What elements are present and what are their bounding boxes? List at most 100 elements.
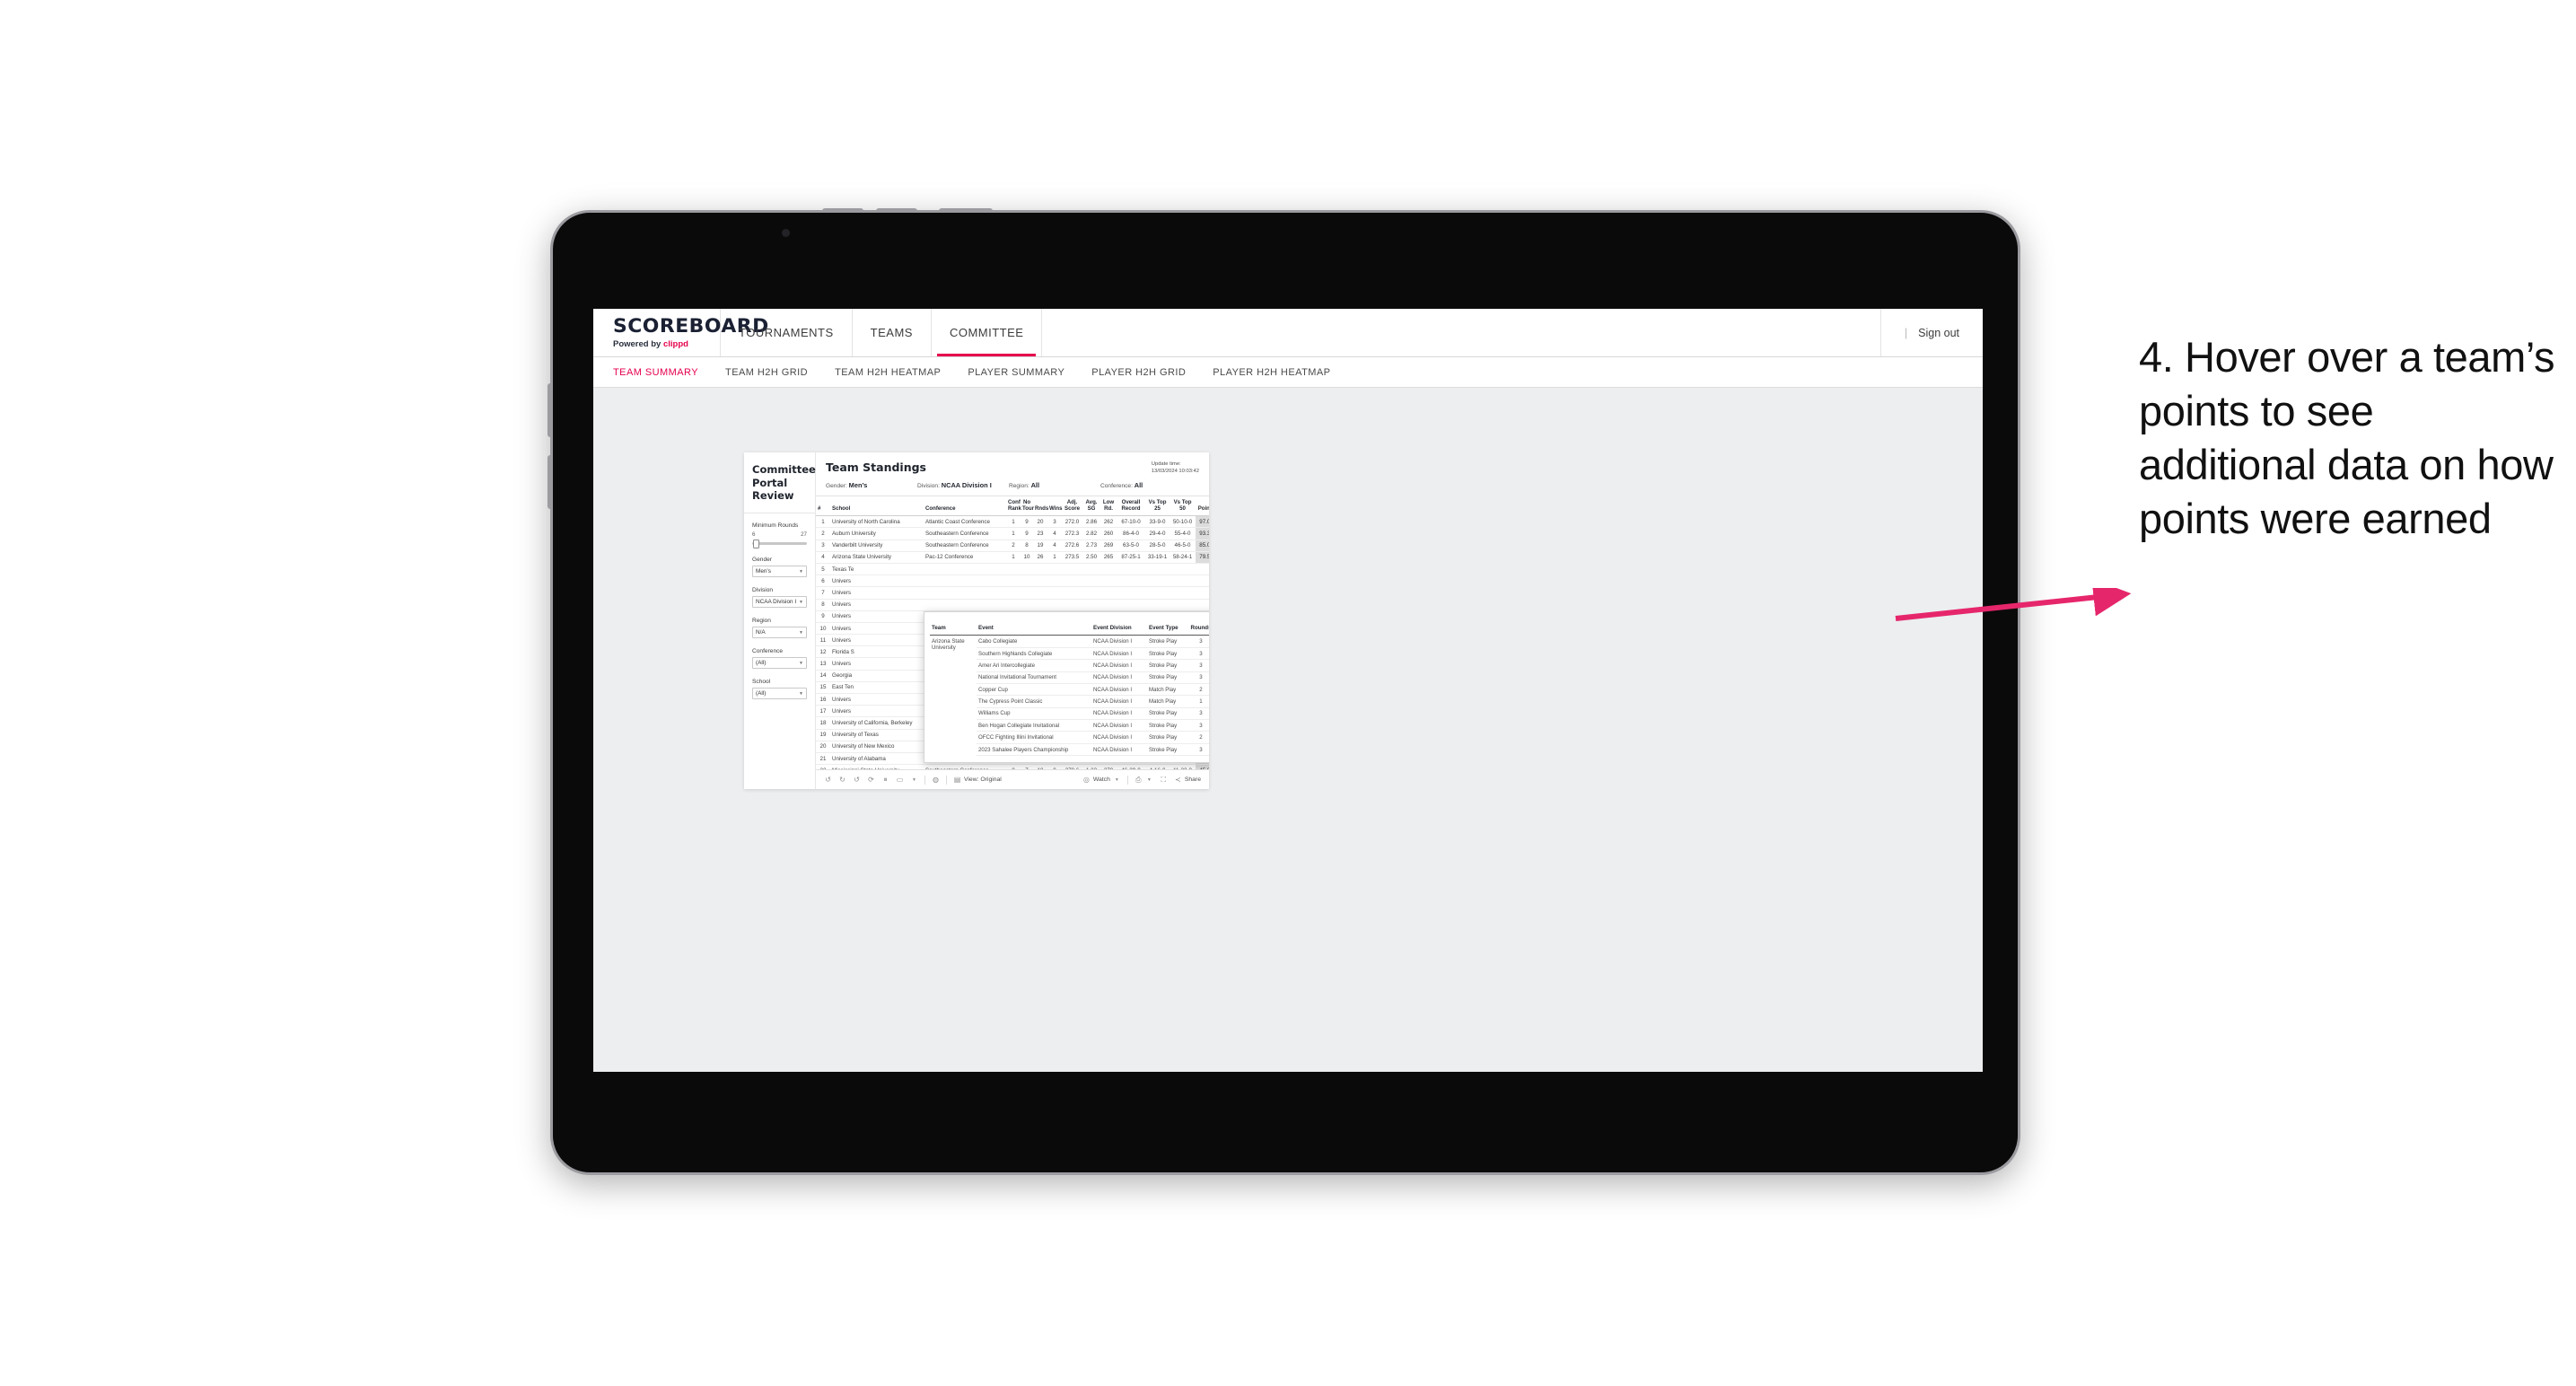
table-row[interactable]: 8 Univers <box>816 599 1209 611</box>
slider-handle[interactable] <box>753 539 759 549</box>
nav-tab-tournaments[interactable]: TOURNAMENTS <box>721 309 853 356</box>
tooltip-cell-division: NCAA Division I <box>1091 743 1147 757</box>
presentation-icon[interactable]: ◍ <box>932 776 940 784</box>
cell-conf_rank: 2 <box>1006 539 1021 552</box>
standings-col-low-rd[interactable]: Low Rd. <box>1100 496 1117 517</box>
cell-no_tour: 9 <box>1021 515 1033 529</box>
subtab-team-h2h-grid[interactable]: TEAM H2H GRID <box>725 367 808 378</box>
cell-vs50: 58-24-1 <box>1170 551 1196 564</box>
cell-avg_sg: 2.82 <box>1082 527 1100 540</box>
cell-school: Arizona State University <box>830 551 924 564</box>
table-row[interactable]: 7 Univers <box>816 586 1209 600</box>
cell-points[interactable] <box>1196 563 1209 576</box>
cell-rank: 6 <box>816 575 830 588</box>
cell-no_tour <box>1021 599 1033 611</box>
nav-divider: | <box>1904 326 1908 339</box>
standings-col-conf-rank[interactable]: Conf Rank <box>1006 496 1021 517</box>
side-button-1[interactable] <box>548 383 553 437</box>
region-select[interactable]: N/A ▼ <box>752 627 807 639</box>
volume-down-button[interactable] <box>876 208 917 213</box>
standings-table-wrapper[interactable]: # School Conference Conf Rank No Tour Rnds Wins A… <box>816 496 1209 769</box>
cell-conference: Pac-12 Conference <box>924 551 1006 564</box>
standings-col-vs-top-50[interactable]: Vs Top 50 <box>1170 496 1196 517</box>
table-row[interactable]: 4 Arizona State University Pac-12 Conferen… <box>816 551 1209 564</box>
standings-col-adj-score[interactable]: Adj. Score <box>1062 496 1082 517</box>
cell-low_rd: 262 <box>1100 515 1117 529</box>
points-tooltip: TeamEventEvent DivisionEvent TypeRoundsR… <box>924 611 1209 764</box>
minimum-rounds-slider[interactable] <box>752 539 807 549</box>
table-row[interactable]: 2 Auburn University Southeastern Conferenc… <box>816 527 1209 540</box>
cell-points[interactable]: 79.52 <box>1196 551 1209 564</box>
minimum-rounds-filter: Minimum Rounds 6 27 <box>752 522 807 549</box>
pause-icon[interactable]: ⏸ <box>881 776 889 784</box>
filter-summary: Gender: Men’s Division: NCAA Division I … <box>816 481 1209 497</box>
fullscreen-icon[interactable]: ⛶ <box>1160 776 1168 784</box>
cell-rank: 3 <box>816 539 830 552</box>
side-button-2[interactable] <box>548 455 553 509</box>
sign-out-button[interactable]: | Sign out <box>1881 309 1983 356</box>
standings-col-points[interactable]: Points <box>1196 496 1209 517</box>
nav-spacer <box>1042 309 1881 356</box>
cell-points[interactable]: 45.81 <box>1196 764 1209 769</box>
subtab-player-h2h-grid[interactable]: PLAYER H2H GRID <box>1091 367 1186 378</box>
subtab-player-h2h-heatmap[interactable]: PLAYER H2H HEATMAP <box>1213 367 1330 378</box>
table-row[interactable]: 5 Texas Te <box>816 563 1209 576</box>
standings-col-wins[interactable]: Wins <box>1047 496 1063 517</box>
chevron-down-icon: ▼ <box>1114 776 1119 783</box>
view-original-button[interactable]: ▤ View: Original <box>953 776 1002 784</box>
tooltip-cell-event: The Cypress Point Classic <box>977 695 1091 708</box>
chevron-down-icon[interactable]: ▼ <box>910 776 918 784</box>
cell-adj_score: 273.5 <box>1062 551 1082 564</box>
volume-up-button[interactable] <box>822 208 863 213</box>
standings-col-vs-top-25[interactable]: Vs Top 25 <box>1145 496 1170 517</box>
tooltip-cell-division: NCAA Division I <box>1091 671 1147 684</box>
cell-points[interactable]: 85.02 <box>1196 539 1209 552</box>
tooltip-cell-type: Stroke Play <box>1147 671 1188 684</box>
watch-button[interactable]: ◎ Watch ▼ <box>1082 776 1121 784</box>
tooltip-col-rounds: Rounds <box>1188 616 1209 636</box>
nav-tab-committee[interactable]: COMMITTEE <box>932 309 1043 356</box>
cell-points[interactable]: 97.02 <box>1196 515 1209 529</box>
table-row[interactable]: 1 University of North Carolina Atlantic Co… <box>816 515 1209 529</box>
standings-col-[interactable]: # <box>816 496 830 517</box>
undo-icon[interactable]: ↺ <box>824 776 832 784</box>
brand-powered-by: Powered by clippd <box>613 338 688 349</box>
tooltip-cell-rounds: 3 <box>1188 719 1209 732</box>
cell-points[interactable] <box>1196 575 1209 588</box>
download-button[interactable]: ⎙ ▼ <box>1135 776 1153 784</box>
share-button[interactable]: ≺ Share <box>1174 776 1201 784</box>
revert-icon[interactable]: ↺ <box>853 776 861 784</box>
redo-icon[interactable]: ↻ <box>838 776 846 784</box>
standings-col-conference[interactable]: Conference <box>924 496 1006 517</box>
tooltip-cell-type: Match Play <box>1147 695 1188 708</box>
table-row[interactable]: 3 Vanderbilt University Southeastern Confe… <box>816 539 1209 552</box>
tooltip-cell-division: NCAA Division I <box>1091 647 1147 661</box>
gender-select[interactable]: Men’s ▼ <box>752 566 807 578</box>
cell-points[interactable]: 93.31 <box>1196 527 1209 540</box>
standings-col-no-tour[interactable]: No Tour <box>1021 496 1034 517</box>
table-row[interactable]: 6 Univers <box>816 575 1209 588</box>
school-select[interactable]: (All) ▼ <box>752 688 807 700</box>
tooltip-cell-event: Williams Cup <box>977 707 1091 721</box>
highlight-icon[interactable]: ▭ <box>896 776 904 784</box>
subtab-team-summary[interactable]: TEAM SUMMARY <box>613 367 698 378</box>
standings-col-avg-sg[interactable]: Avg. SG <box>1082 496 1100 517</box>
cell-points[interactable] <box>1196 599 1209 611</box>
power-button[interactable] <box>939 208 993 213</box>
brand-logo[interactable]: SCOREBOARD Powered by clippd <box>593 309 768 356</box>
cell-school: Texas Te <box>830 563 924 576</box>
cell-school: University of California, Berkeley <box>830 716 924 730</box>
refresh-icon[interactable]: ⟳ <box>867 776 875 784</box>
dashboard-body: Committee Portal Review Minimum Rounds 6… <box>744 452 1209 789</box>
conference-select[interactable]: (All) ▼ <box>752 657 807 670</box>
standings-col-school[interactable]: School <box>830 496 924 517</box>
subtab-team-h2h-heatmap[interactable]: TEAM H2H HEATMAP <box>835 367 941 378</box>
division-select[interactable]: NCAA Division I ▼ <box>752 596 807 609</box>
standings-col-overall-record[interactable]: Overall Record <box>1117 496 1145 517</box>
cell-points[interactable] <box>1196 586 1209 600</box>
cell-adj_score <box>1062 563 1082 576</box>
standings-col-rnds[interactable]: Rnds <box>1033 496 1048 517</box>
table-row[interactable]: 22Mississippi State UniversitySoutheaste… <box>816 764 1209 769</box>
nav-tab-teams[interactable]: TEAMS <box>853 309 932 356</box>
subtab-player-summary[interactable]: PLAYER SUMMARY <box>968 367 1065 378</box>
